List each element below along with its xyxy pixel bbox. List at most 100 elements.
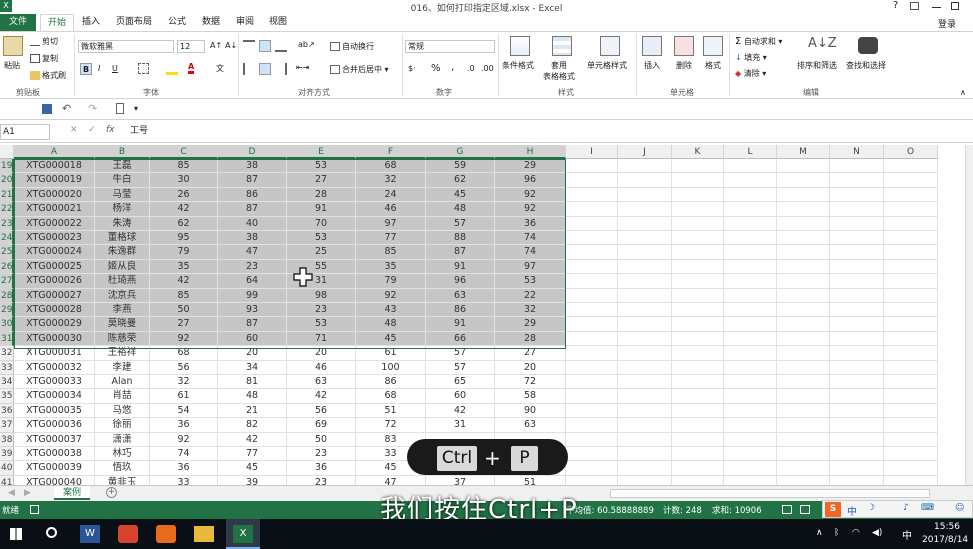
cell[interactable]	[777, 403, 830, 419]
cut-button[interactable]: 剪切	[30, 36, 58, 47]
cell[interactable]: 陈慈荣	[95, 331, 150, 347]
cell[interactable]	[724, 245, 777, 260]
cell[interactable]	[566, 259, 618, 275]
cell[interactable]: 68	[150, 346, 218, 361]
cell[interactable]: 77	[356, 231, 426, 246]
cell[interactable]: 黄非玉	[95, 475, 150, 485]
paste-icon[interactable]	[3, 36, 23, 56]
cell[interactable]: 20	[495, 360, 566, 375]
cell[interactable]: 47	[218, 245, 287, 260]
cell[interactable]: 50	[287, 432, 356, 447]
cell[interactable]: 59	[426, 159, 495, 174]
column-header-o[interactable]: O	[884, 145, 938, 159]
cell[interactable]	[724, 303, 777, 318]
cell[interactable]	[777, 216, 830, 231]
row-header[interactable]: 22	[0, 202, 14, 217]
wrap-text-button[interactable]: 自动换行	[330, 41, 374, 52]
cell[interactable]: 70	[287, 216, 356, 231]
cell[interactable]	[830, 346, 884, 361]
column-header-b[interactable]: B	[95, 145, 150, 159]
cell[interactable]: 48	[218, 389, 287, 404]
cell[interactable]: 62	[426, 173, 495, 188]
find-select-icon[interactable]	[858, 37, 878, 54]
cell[interactable]: 92	[356, 288, 426, 303]
column-header-k[interactable]: K	[672, 145, 724, 159]
file-explorer-icon[interactable]	[194, 526, 214, 542]
cell[interactable]: 60	[426, 389, 495, 404]
cell[interactable]: 85	[356, 245, 426, 260]
page-layout-icon[interactable]	[800, 505, 810, 514]
cell[interactable]	[724, 360, 777, 375]
cell[interactable]	[566, 447, 618, 462]
cell[interactable]: XTG000023	[14, 231, 95, 246]
row-header[interactable]: 40	[0, 461, 14, 476]
cell[interactable]: 56	[287, 403, 356, 419]
cell[interactable]: 92	[495, 202, 566, 217]
cell[interactable]	[618, 375, 672, 390]
sort-filter-icon[interactable]: A↓Z	[808, 36, 837, 51]
format-as-table-button[interactable]: 套用 表格格式	[543, 60, 575, 82]
tab-home[interactable]: 开始	[40, 14, 74, 31]
row-header[interactable]: 39	[0, 447, 14, 462]
cell[interactable]: 38	[218, 159, 287, 174]
cell[interactable]	[884, 447, 938, 462]
cell[interactable]	[724, 432, 777, 447]
align-bottom-icon[interactable]	[275, 40, 287, 52]
increase-decimal-icon[interactable]: .0	[467, 64, 475, 73]
cell[interactable]: 86	[426, 303, 495, 318]
row-header[interactable]: 20	[0, 173, 14, 188]
cell[interactable]: 100	[356, 360, 426, 375]
cell[interactable]: 63	[426, 288, 495, 303]
cell[interactable]: 45	[218, 461, 287, 476]
row-header[interactable]: 34	[0, 375, 14, 390]
sort-filter-button[interactable]: 排序和筛选	[797, 60, 837, 71]
cell[interactable]	[672, 259, 724, 275]
cell[interactable]: 88	[426, 231, 495, 246]
column-header-g[interactable]: G	[426, 145, 495, 159]
cell[interactable]	[566, 245, 618, 260]
font-family-select[interactable]: 微软雅黑	[78, 40, 174, 53]
cell[interactable]: 50	[150, 303, 218, 318]
cell[interactable]: 李建	[95, 360, 150, 375]
cell[interactable]	[830, 231, 884, 246]
cell[interactable]: 32	[356, 173, 426, 188]
cell[interactable]: 36	[150, 461, 218, 476]
sheet-tab[interactable]: 案例	[54, 486, 90, 500]
cell[interactable]: XTG000033	[14, 375, 95, 390]
cell[interactable]	[672, 375, 724, 390]
cell[interactable]: 45	[356, 331, 426, 347]
mic-icon[interactable]: ♪	[903, 503, 909, 513]
row-header[interactable]: 26	[0, 259, 14, 275]
tab-review[interactable]: 审阅	[230, 14, 260, 31]
column-header-c[interactable]: C	[150, 145, 218, 159]
cell[interactable]	[830, 389, 884, 404]
cell[interactable]: 32	[150, 375, 218, 390]
cell[interactable]: 79	[356, 274, 426, 289]
cell[interactable]: 32	[495, 303, 566, 318]
select-all-corner[interactable]	[0, 145, 14, 159]
cell[interactable]: 71	[287, 331, 356, 347]
cell[interactable]: 马莹	[95, 187, 150, 203]
row-header[interactable]: 27	[0, 274, 14, 289]
cell[interactable]: 85	[150, 159, 218, 174]
cell[interactable]	[830, 418, 884, 433]
tab-formulas[interactable]: 公式	[162, 14, 192, 31]
cell[interactable]: 46	[287, 360, 356, 375]
cell[interactable]: XTG000030	[14, 331, 95, 347]
find-select-button[interactable]: 查找和选择	[846, 60, 886, 71]
cell[interactable]	[724, 317, 777, 332]
cell[interactable]: 43	[356, 303, 426, 318]
cell[interactable]	[830, 461, 884, 476]
cell[interactable]	[884, 331, 938, 347]
cell[interactable]: 王裕祥	[95, 346, 150, 361]
cell[interactable]	[672, 245, 724, 260]
cell[interactable]	[884, 274, 938, 289]
cell[interactable]: 40	[218, 216, 287, 231]
row-header[interactable]: 29	[0, 303, 14, 318]
column-header-i[interactable]: I	[566, 145, 618, 159]
cell[interactable]	[618, 173, 672, 188]
cell[interactable]: 74	[150, 447, 218, 462]
align-top-icon[interactable]	[243, 40, 255, 52]
cell[interactable]	[830, 475, 884, 485]
delete-cells-icon[interactable]	[674, 36, 694, 56]
